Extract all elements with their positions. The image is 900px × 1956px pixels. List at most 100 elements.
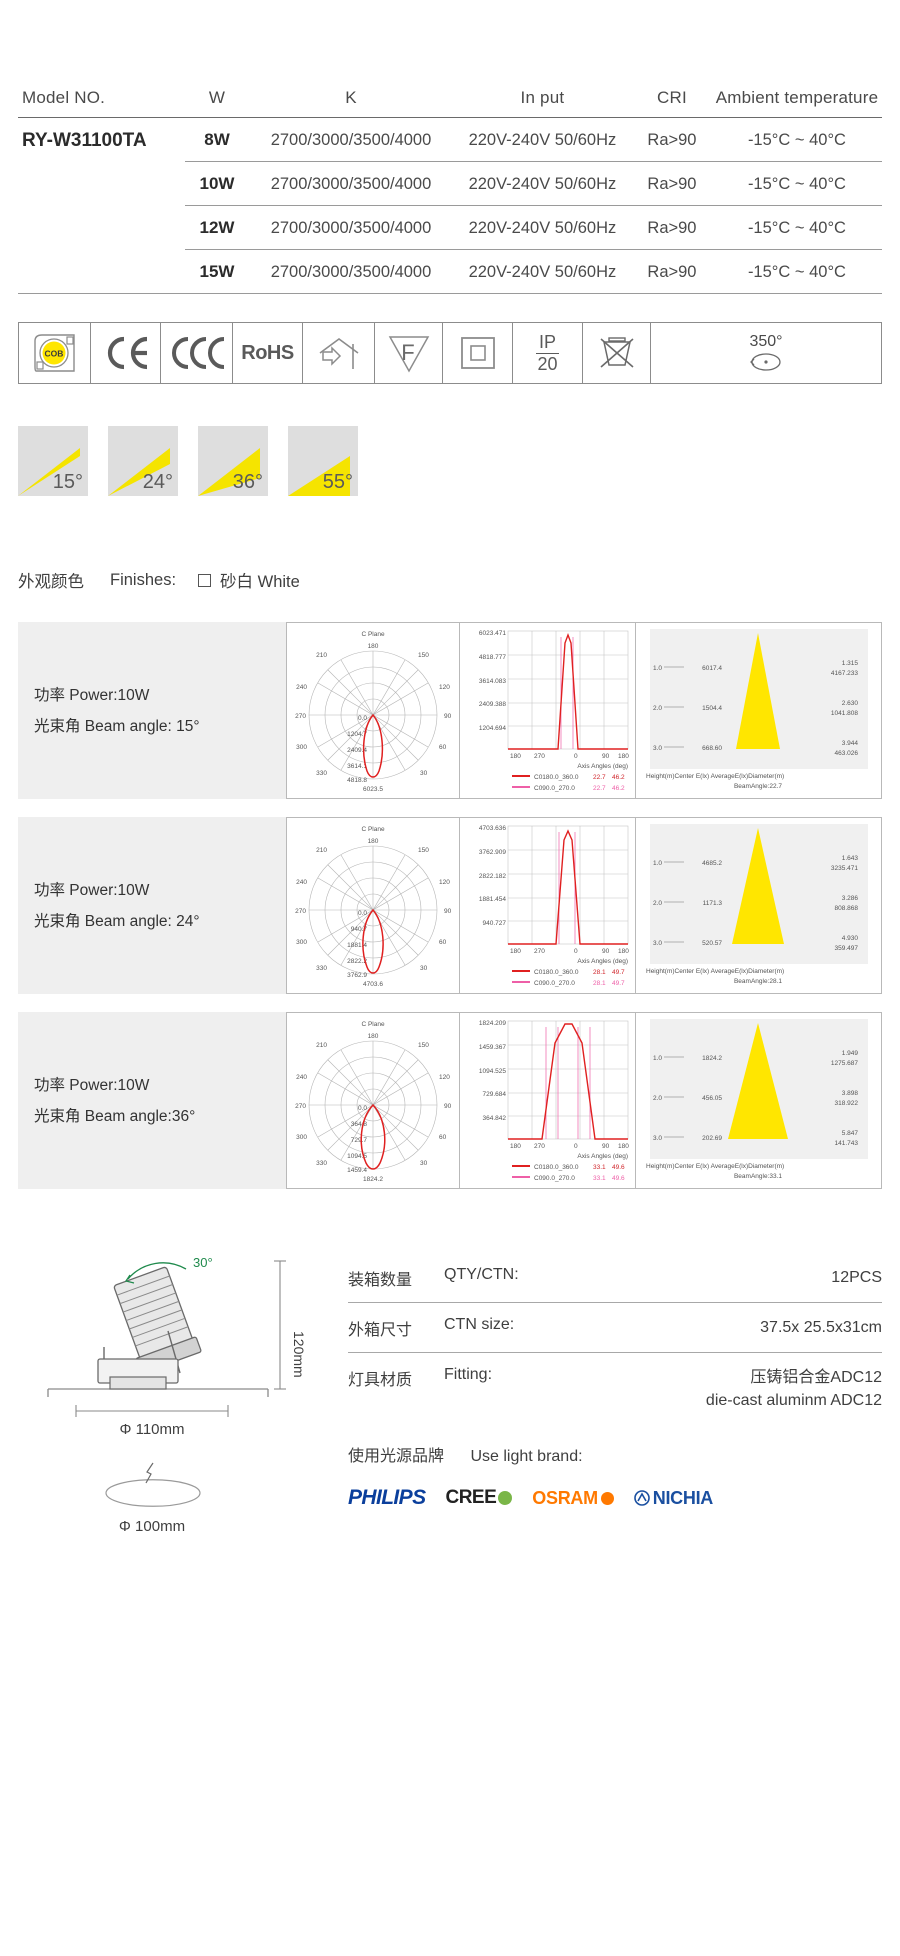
svg-text:318.922: 318.922 — [835, 1100, 859, 1107]
cob-icon: COB — [19, 323, 91, 383]
cell-cri: Ra>90 — [632, 161, 712, 206]
svg-text:4703.6: 4703.6 — [363, 981, 383, 988]
svg-text:3.286: 3.286 — [842, 895, 859, 902]
svg-text:180: 180 — [368, 643, 379, 650]
svg-text:49.6: 49.6 — [612, 1175, 625, 1182]
beam-swatch-36: 36° — [198, 426, 268, 496]
cell-kelvin: 2700/3000/3500/4000 — [249, 249, 453, 293]
svg-text:Axis Angles (deg): Axis Angles (deg) — [577, 763, 628, 770]
svg-text:210: 210 — [316, 847, 327, 854]
svg-text:1041.808: 1041.808 — [831, 710, 858, 717]
svg-text:520.57: 520.57 — [702, 940, 722, 947]
svg-text:4167.233: 4167.233 — [831, 670, 858, 677]
cree-logo-text: CREE — [445, 1487, 497, 1509]
packing-value: 37.5x 25.5x31cm — [594, 1302, 882, 1353]
svg-text:Height(m)Center E(lx) Ave: Height(m)Center E(lx) AverageE(lx)Diamet… — [646, 773, 784, 780]
brand-heading: 使用光源品牌 Use light brand: — [348, 1442, 882, 1466]
photometric-block-24deg: 功率 Power:10W 光束角 Beam angle: 24° C Plane… — [18, 817, 882, 994]
svg-text:46.2: 46.2 — [612, 785, 625, 792]
finish-checkbox[interactable] — [198, 573, 212, 587]
packing-table: 装箱数量 QTY/CTN: 12PCS 外箱尺寸 CTN size: 37.5x… — [348, 1253, 882, 1425]
svg-text:3.0: 3.0 — [653, 940, 662, 947]
svg-text:2409.388: 2409.388 — [479, 701, 506, 708]
specification-table: Model NO. W K In put CRI Ambient tempera… — [18, 88, 882, 293]
cree-dot-icon — [498, 1491, 513, 1506]
svg-text:0.0: 0.0 — [358, 1105, 367, 1112]
svg-text:180: 180 — [618, 753, 629, 760]
svg-text:4818.8: 4818.8 — [347, 777, 367, 784]
svg-text:300: 300 — [296, 744, 307, 751]
svg-text:1094.525: 1094.525 — [479, 1068, 506, 1075]
photometric-block-36deg: 功率 Power:10W 光束角 Beam angle:36° C Plane … — [18, 1012, 882, 1189]
cell-ambient: -15°C ~ 40°C — [711, 117, 882, 162]
svg-text:1.0: 1.0 — [653, 665, 662, 672]
svg-text:1.315: 1.315 — [842, 660, 859, 667]
svg-text:300: 300 — [296, 939, 307, 946]
beam-cone-diagram: 1.0 2.0 3.0 6017.4 1504.4 668.60 1.315 4… — [636, 623, 881, 798]
svg-text:1.0: 1.0 — [653, 860, 662, 867]
weee-icon — [583, 323, 651, 383]
svg-text:270: 270 — [534, 753, 545, 760]
svg-text:22.7: 22.7 — [593, 774, 606, 781]
power-label: 功率 Power:10W — [34, 686, 150, 704]
rotation-icon: 350° — [651, 323, 881, 383]
svg-text:0: 0 — [574, 948, 578, 955]
cartesian-diagram: 4703.636 3762.909 2822.182 1881.454 940.… — [460, 818, 636, 993]
svg-text:Height(m)Center E(lx) Ave: Height(m)Center E(lx) AverageE(lx)Diamet… — [646, 1163, 784, 1170]
svg-text:0: 0 — [574, 753, 578, 760]
svg-text:330: 330 — [316, 1160, 327, 1167]
ccc-icon — [161, 323, 233, 383]
packing-label-en: Fitting: — [444, 1352, 594, 1425]
svg-text:729.684: 729.684 — [483, 1091, 507, 1098]
table-row: RY-W31100TA 8W 2700/3000/3500/4000 220V-… — [18, 117, 882, 162]
polar-diagram: C Plane 180 150 120 90 60 30 330 300 270… — [287, 818, 460, 993]
finish-option-label: 砂白 White — [220, 573, 300, 591]
svg-text:180: 180 — [510, 753, 521, 760]
beam-swatch-55: 55° — [288, 426, 358, 496]
cell-ambient: -15°C ~ 40°C — [711, 161, 882, 206]
beam-angle-swatch-row: 15° 24° 36° 55° — [18, 426, 882, 496]
packing-label-en: QTY/CTN: — [444, 1266, 519, 1283]
svg-text:668.60: 668.60 — [702, 745, 722, 752]
svg-text:1275.687: 1275.687 — [831, 1060, 858, 1067]
svg-text:46.2: 46.2 — [612, 774, 625, 781]
column-header-model: Model NO. — [18, 88, 185, 118]
svg-text:1459.367: 1459.367 — [479, 1044, 506, 1051]
finishes-label-en: Finishes: — [110, 570, 177, 589]
svg-text:120: 120 — [439, 1074, 450, 1081]
svg-text:C0180.0_360.0: C0180.0_360.0 — [534, 969, 579, 976]
svg-text:Φ 110mm: Φ 110mm — [119, 1421, 184, 1438]
svg-text:0: 0 — [574, 1143, 578, 1150]
svg-text:180: 180 — [618, 948, 629, 955]
rohs-label: RoHS — [241, 341, 294, 364]
nichia-logo: NICHIA — [633, 1488, 713, 1509]
svg-text:30: 30 — [420, 1160, 428, 1167]
beam-angle-label: 光束角 Beam angle:36° — [34, 1107, 196, 1125]
svg-text:90: 90 — [602, 1143, 610, 1150]
polar-diagram: C Plane 180 150 120 90 60 30 330 300 270… — [287, 1013, 460, 1188]
svg-text:22.7: 22.7 — [593, 785, 606, 792]
osram-dot-icon — [600, 1491, 614, 1505]
cell-kelvin: 2700/3000/3500/4000 — [249, 161, 453, 206]
photometric-label: 功率 Power:10W 光束角 Beam angle:36° — [18, 1012, 286, 1189]
svg-text:C Plane: C Plane — [361, 826, 385, 833]
svg-text:2822.182: 2822.182 — [479, 873, 506, 880]
svg-text:1.643: 1.643 — [842, 855, 859, 862]
column-header-wattage: W — [184, 88, 250, 118]
svg-text:90: 90 — [444, 713, 452, 720]
packing-value: 12PCS — [831, 1269, 882, 1286]
svg-text:2.0: 2.0 — [653, 900, 662, 907]
philips-logo: PHILIPS — [348, 1486, 426, 1510]
beam-swatch-label: 15° — [52, 471, 83, 493]
bottom-section: 30° 120mm Φ 110mm Φ 100mm 装箱数量 QTY/CTN: … — [18, 1231, 882, 1566]
svg-text:729.7: 729.7 — [351, 1137, 368, 1144]
ce-icon — [91, 323, 161, 383]
svg-text:C Plane: C Plane — [361, 631, 385, 638]
svg-text:28.1: 28.1 — [593, 969, 606, 976]
table-row: 装箱数量 QTY/CTN: 12PCS — [348, 1253, 882, 1303]
svg-text:364.842: 364.842 — [483, 1115, 507, 1122]
ip-label-top: IP — [535, 332, 559, 354]
svg-text:364.8: 364.8 — [351, 1121, 368, 1128]
svg-text:359.497: 359.497 — [835, 945, 859, 952]
svg-text:1171.3: 1171.3 — [703, 900, 723, 907]
